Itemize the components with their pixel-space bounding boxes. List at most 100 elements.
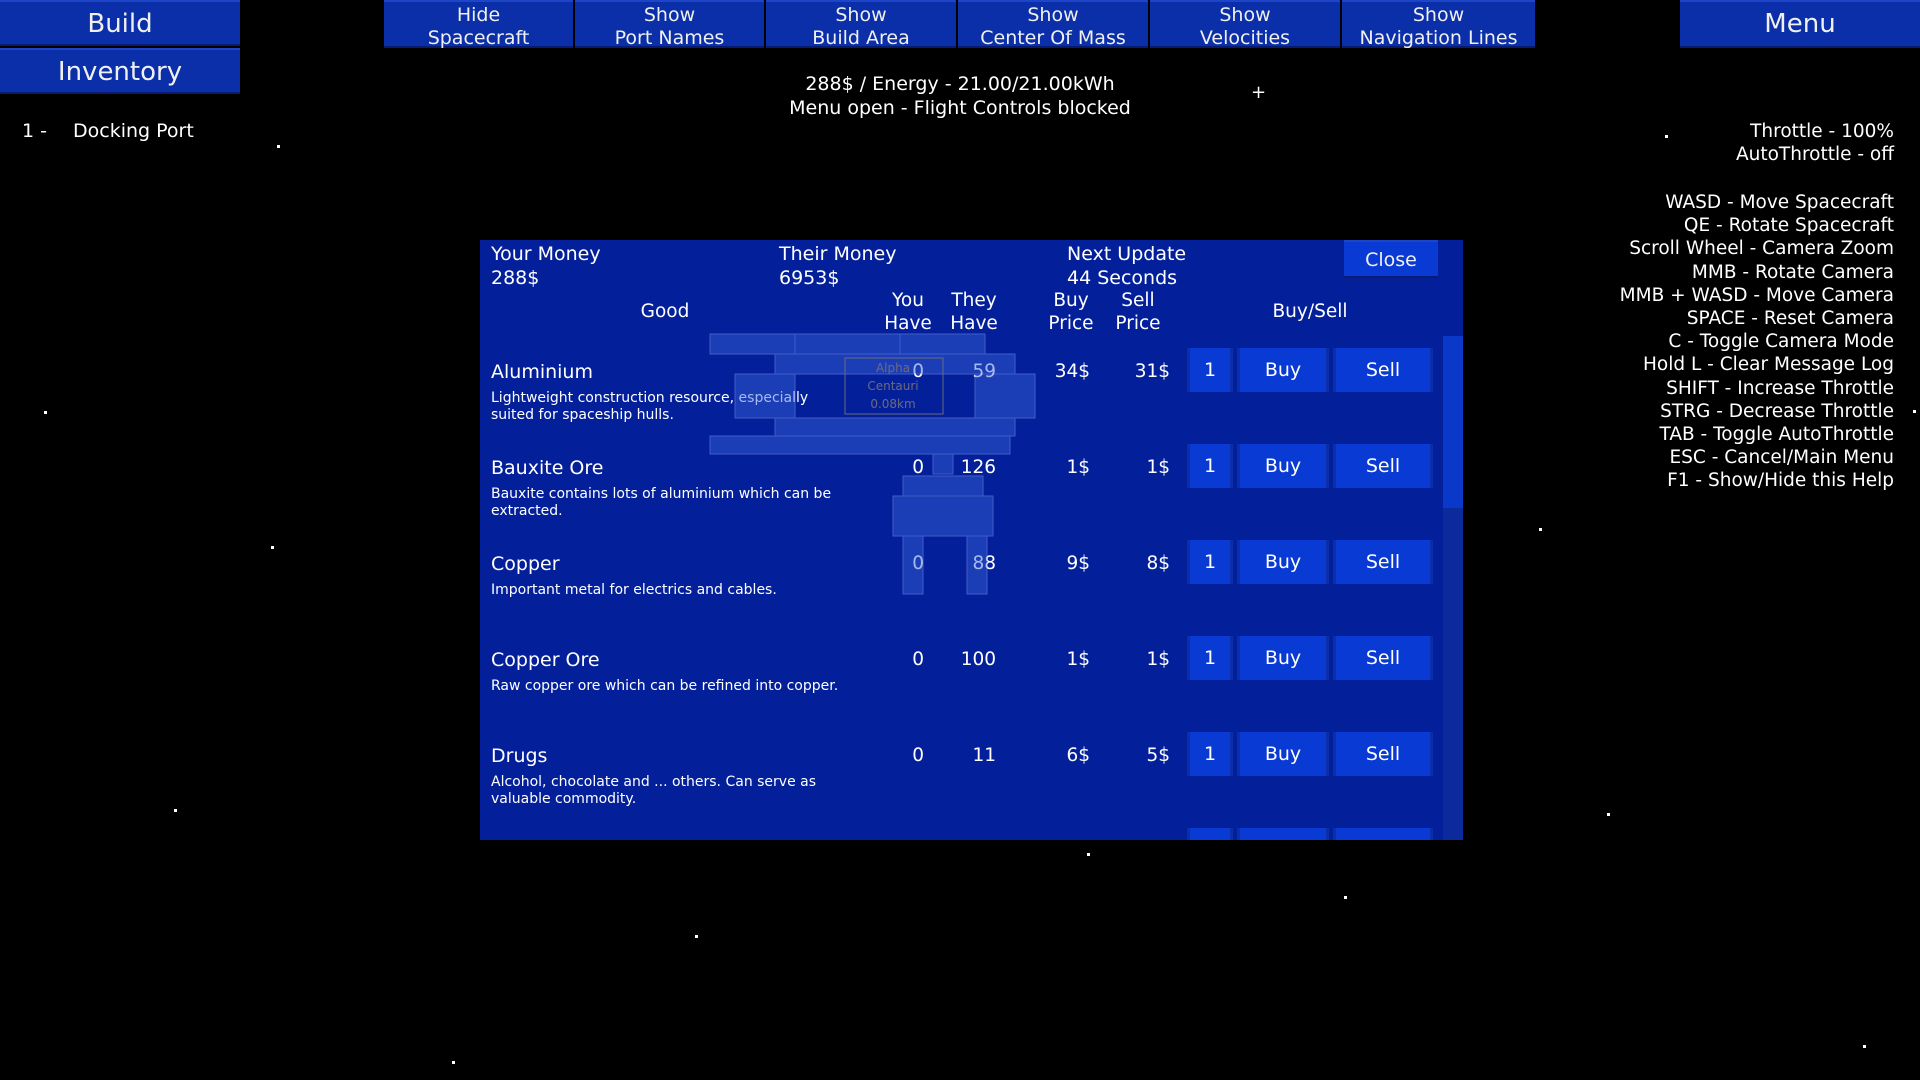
column-sell-price-line1: Sell	[1121, 290, 1155, 311]
buy-button[interactable]: Buy	[1237, 732, 1329, 776]
star	[277, 145, 280, 148]
money-energy-readout: 288$ / Energy - 21.00/21.00kWh	[805, 73, 1115, 95]
quantity-field[interactable]: 1	[1187, 540, 1233, 584]
quantity-field[interactable]: 1	[1187, 348, 1233, 392]
good-description: Raw copper ore which can be refined into…	[491, 678, 839, 694]
button-line2: Build Area	[812, 27, 910, 49]
you-have-value: 0	[912, 649, 924, 670]
controls-help: WASD - Move Spacecraft QE - Rotate Space…	[1620, 191, 1894, 493]
menu-button[interactable]: Menu	[1680, 0, 1920, 48]
inventory-item-name: Docking Port	[73, 120, 194, 142]
sell-price-value: 1$	[1146, 457, 1170, 478]
column-they-have: They Have	[934, 289, 1014, 335]
scrollbar-thumb[interactable]	[1443, 336, 1463, 508]
buy-button[interactable]	[1237, 828, 1329, 840]
button-line2: Spacecraft	[427, 27, 530, 49]
quantity-field[interactable]: 1	[1187, 444, 1233, 488]
inventory-item[interactable]: 1 - Docking Port	[22, 120, 194, 142]
column-sell-price-line2: Price	[1115, 313, 1161, 334]
button-line1: Show	[1219, 4, 1271, 26]
star	[174, 809, 177, 812]
next-update-value: 44 Seconds	[1067, 267, 1178, 289]
they-have-value: 11	[972, 745, 996, 766]
button-line1: Show	[1412, 4, 1465, 26]
star	[44, 411, 47, 414]
hide-spacecraft-button[interactable]: Hide Spacecraft	[384, 0, 573, 49]
inventory-item-index: 1 -	[22, 120, 47, 142]
next-update-label: Next Update	[1067, 243, 1187, 265]
buy-button[interactable]: Buy	[1237, 540, 1329, 584]
sell-button[interactable]	[1333, 828, 1433, 840]
star	[1539, 528, 1542, 531]
show-port-names-button[interactable]: Show Port Names	[575, 0, 764, 49]
they-have-value: 100	[960, 649, 996, 670]
help-line: SHIFT - Increase Throttle	[1666, 377, 1894, 399]
help-line: MMB - Rotate Camera	[1691, 261, 1894, 283]
quantity-field[interactable]	[1187, 828, 1233, 840]
help-line: WASD - Move Spacecraft	[1665, 192, 1894, 213]
sell-button[interactable]: Sell	[1333, 348, 1433, 392]
build-button[interactable]: Build	[0, 0, 240, 46]
button-line2: Velocities	[1199, 27, 1291, 49]
button-line2: Port Names	[614, 27, 725, 49]
throttle-readout: Throttle - 100%	[1750, 121, 1894, 142]
throttle-info: Throttle - 100% AutoThrottle - off	[1736, 120, 1894, 166]
your-money-label: Your Money	[491, 243, 601, 265]
good-name: Drugs	[491, 745, 548, 767]
help-line: Hold L - Clear Message Log	[1642, 354, 1894, 376]
buy-price-value: 6$	[1066, 745, 1090, 766]
show-navigation-lines-button[interactable]: Show Navigation Lines	[1342, 0, 1535, 49]
star	[1344, 896, 1347, 899]
button-line2: Center Of Mass	[980, 27, 1126, 49]
sell-button[interactable]: Sell	[1333, 636, 1433, 680]
button-line1: Show	[643, 4, 696, 26]
status-area: 288$ / Energy - 21.00/21.00kWh Menu open…	[700, 72, 1220, 120]
buy-button[interactable]: Buy	[1237, 636, 1329, 680]
show-build-area-button[interactable]: Show Build Area	[766, 0, 956, 49]
help-line: MMB + WASD - Move Camera	[1619, 284, 1894, 306]
their-money-value: 6953$	[779, 267, 840, 289]
sell-button[interactable]: Sell	[1333, 732, 1433, 776]
column-they-have-line1: They	[951, 290, 997, 311]
menu-state-message: Menu open - Flight Controls blocked	[789, 97, 1131, 119]
star	[1087, 853, 1090, 856]
star	[1863, 1045, 1866, 1048]
help-line: SPACE - Reset Camera	[1686, 308, 1894, 330]
help-line: STRG - Decrease Throttle	[1660, 400, 1894, 422]
star	[1665, 135, 1668, 138]
star	[452, 1061, 455, 1064]
help-line: TAB - Toggle AutoThrottle	[1659, 424, 1894, 446]
table-row: Copper Ore Raw copper ore which can be r…	[480, 636, 1440, 744]
star	[695, 935, 698, 938]
you-have-value: 0	[912, 745, 924, 766]
sell-price-value: 31$	[1134, 361, 1170, 382]
their-money-label: Their Money	[779, 243, 897, 265]
close-button[interactable]: Close	[1344, 240, 1438, 278]
buy-button[interactable]: Buy	[1237, 348, 1329, 392]
button-line1: Show	[835, 4, 887, 26]
sell-price-value: 5$	[1146, 745, 1170, 766]
button-line1: Show	[1027, 4, 1079, 26]
star	[271, 546, 274, 549]
buy-button[interactable]: Buy	[1237, 444, 1329, 488]
star	[1913, 410, 1916, 413]
autothrottle-readout: AutoThrottle - off	[1735, 144, 1894, 166]
ship-label-line2: Centauri	[867, 379, 918, 393]
show-velocities-button[interactable]: Show Velocities	[1150, 0, 1340, 49]
good-name: Aluminium	[491, 361, 593, 383]
help-line: Scroll Wheel - Camera Zoom	[1629, 238, 1894, 260]
ship-label-line3: 0.08km	[870, 397, 915, 411]
crosshair-icon: +	[1251, 82, 1267, 103]
button-line1: Hide	[456, 4, 501, 26]
good-name: Copper Ore	[491, 649, 600, 671]
inventory-button[interactable]: Inventory	[0, 48, 240, 94]
sell-button[interactable]: Sell	[1333, 540, 1433, 584]
button-line2: Navigation Lines	[1359, 27, 1518, 49]
quantity-field[interactable]: 1	[1187, 732, 1233, 776]
quantity-field[interactable]: 1	[1187, 636, 1233, 680]
show-center-of-mass-button[interactable]: Show Center Of Mass	[958, 0, 1148, 49]
star	[1607, 813, 1610, 816]
sell-button[interactable]: Sell	[1333, 444, 1433, 488]
sell-price-value: 8$	[1146, 553, 1170, 574]
column-good: Good	[640, 301, 690, 322]
